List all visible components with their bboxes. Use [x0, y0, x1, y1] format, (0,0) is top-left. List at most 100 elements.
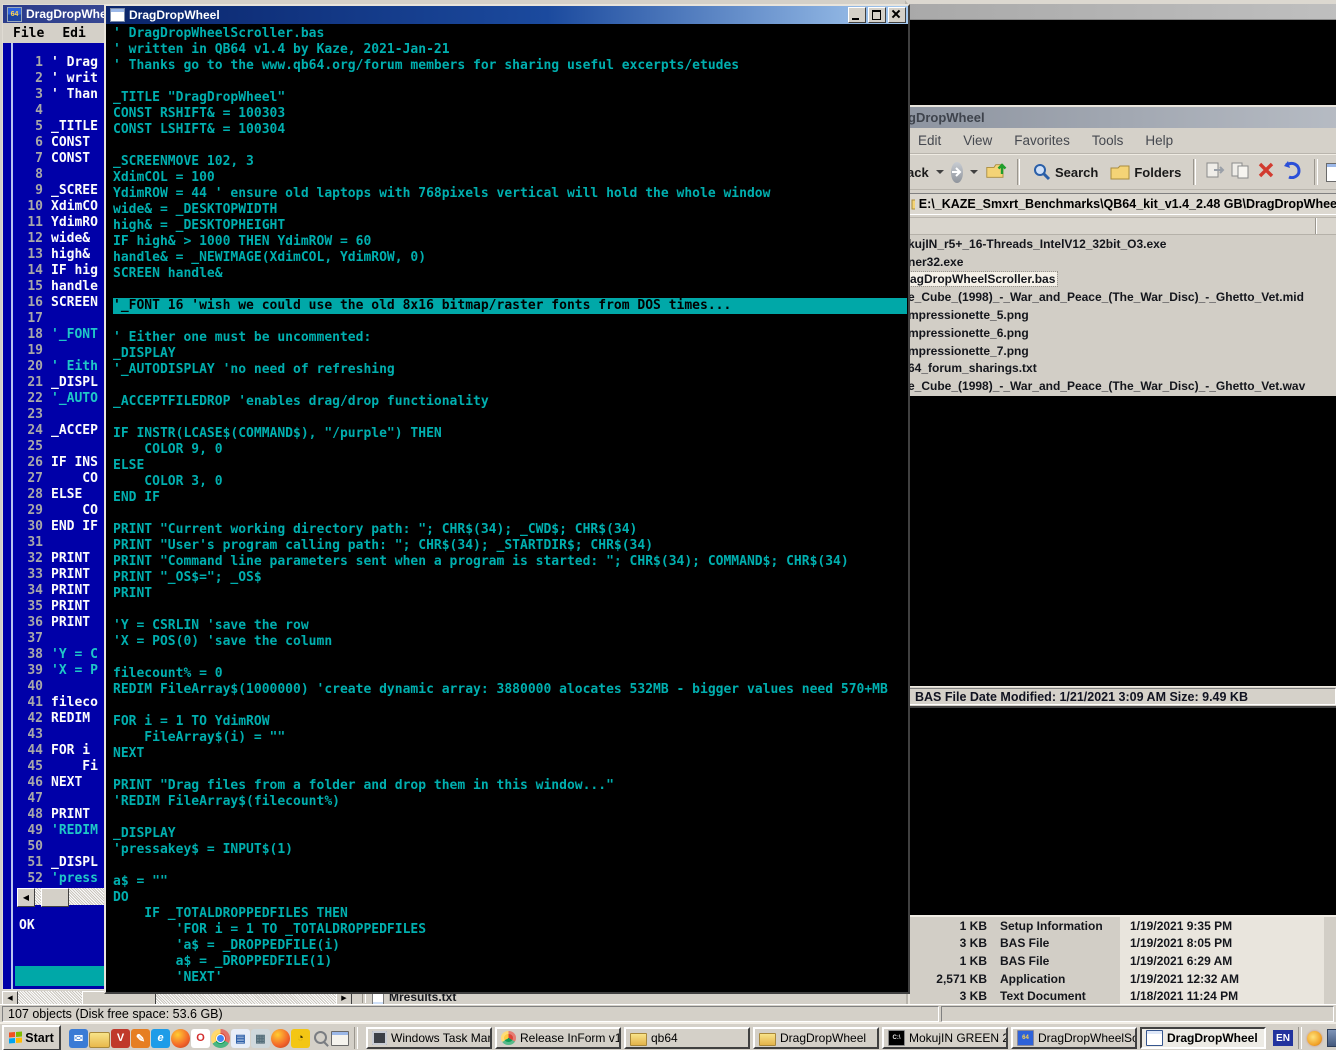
taskbar-button[interactable]: qb64 [624, 1027, 750, 1049]
folders-icon [1110, 164, 1130, 180]
language-indicator[interactable]: EN [1273, 1030, 1293, 1046]
mail-icon[interactable]: ✉ [69, 1029, 88, 1048]
menu-item-edit[interactable]: Edit [918, 133, 941, 148]
console-output[interactable]: ' DragDropWheelScroller.bas' written in … [106, 24, 908, 992]
table-row[interactable]: 3 KBText Document1/18/2021 11:24 PM [910, 987, 1336, 1005]
file-name[interactable]: e_Cube_(1998)_-_War_and_Peace_(The_War_D… [908, 290, 1304, 304]
file-name[interactable]: mpressionette_6.png [908, 326, 1029, 340]
copy-to-button[interactable] [1230, 161, 1252, 184]
file-name[interactable]: 64_forum_sharings.txt [908, 361, 1037, 375]
file-row[interactable]: e_Cube_(1998)_-_War_and_Peace_(The_War_D… [905, 377, 1336, 395]
line-number: 39 [25, 663, 43, 679]
back-dropdown-icon[interactable] [936, 170, 944, 174]
scroll-left-icon[interactable]: ◀ [17, 888, 35, 907]
forward-dropdown-icon[interactable] [970, 170, 978, 174]
search-icon [1032, 163, 1051, 181]
back-button[interactable]: ack [907, 165, 929, 180]
line-number: 33 [25, 567, 43, 583]
console-line: SCREEN handle& [113, 266, 908, 282]
paint-tool-icon[interactable]: ✎ [131, 1029, 150, 1048]
minimize-button[interactable] [848, 7, 866, 23]
line-number: 15 [25, 279, 43, 295]
file-row[interactable]: mpressionette_5.png [905, 306, 1336, 324]
file-row[interactable]: mpressionette_7.png [905, 342, 1336, 360]
file-row[interactable]: mpressionette_6.png [905, 324, 1336, 342]
table-row[interactable]: 3 KBBAS File1/19/2021 8:05 PM [910, 935, 1336, 953]
taskbar-button[interactable]: C:\MokujIN GREEN 21... [882, 1027, 1008, 1049]
menu-item-favorites[interactable]: Favorites [1014, 133, 1070, 148]
explorer-titlebar[interactable]: gDropWheel [905, 107, 1336, 128]
menu-item-tools[interactable]: Tools [1092, 133, 1124, 148]
file-name[interactable]: mpressionette_7.png [908, 344, 1029, 358]
console-line: PRINT "Command line parameters sent when… [113, 554, 908, 570]
file-name[interactable]: ner32.exe [908, 255, 963, 269]
up-folder-button[interactable] [985, 160, 1009, 185]
console-line: PRINT "_OS$="; _OS$ [113, 570, 908, 586]
tray-sun-icon[interactable] [1307, 1031, 1322, 1046]
table-row[interactable]: 2,571 KBApplication1/19/2021 12:32 AM [910, 970, 1336, 988]
explorer-menubar: Edit View Favorites Tools Help [905, 128, 1336, 154]
close-button[interactable] [888, 7, 906, 23]
file-name[interactable]: e_Cube_(1998)_-_War_and_Peace_(The_War_D… [908, 379, 1305, 393]
folder-icon[interactable] [89, 1032, 110, 1048]
forward-button[interactable] [951, 162, 963, 183]
scrollbar-thumb[interactable] [41, 888, 69, 907]
folders-button[interactable]: Folders [1106, 162, 1185, 182]
file-row[interactable]: e_Cube_(1998)_-_War_and_Peace_(The_War_D… [905, 288, 1336, 306]
divider [1298, 1027, 1302, 1049]
file-row[interactable]: agDropWheelScroller.bas [905, 271, 1336, 289]
clock-app-icon[interactable]: ◔ [291, 1029, 310, 1048]
menu-edit[interactable]: Edi [62, 26, 85, 41]
show-desktop-icon[interactable] [331, 1031, 349, 1046]
taskbar: Start ✉ V✎e O ▤▦ ◔ Windows Task Man...Releas… [0, 1022, 1336, 1050]
move-to-button[interactable] [1204, 161, 1226, 184]
file-name[interactable]: mpressionette_5.png [908, 308, 1029, 322]
file-name[interactable]: kujIN_r5+_16-Threads_IntelV12_32bit_O3.e… [908, 237, 1166, 251]
tray-device-icon[interactable] [1327, 1029, 1336, 1047]
file-row[interactable]: 64_forum_sharings.txt [905, 360, 1336, 378]
code-text: ' Eith [51, 359, 98, 375]
address-input[interactable]: E:\_KAZE_Smxrt_Benchmarks\QB64_kit_v1.4_… [907, 193, 1336, 215]
code-text: ' writ [51, 71, 98, 87]
notepad-app-icon[interactable]: ▤ [231, 1029, 250, 1048]
list-column-header[interactable] [905, 218, 1336, 235]
line-number: 44 [25, 743, 43, 759]
opera-icon[interactable]: O [191, 1029, 210, 1048]
taskbar-button[interactable]: 64DragDropWheelScr... [1011, 1027, 1137, 1049]
line-number: 8 [25, 167, 43, 183]
undo-icon [1280, 160, 1302, 179]
restore-button[interactable] [868, 7, 886, 23]
console-titlebar[interactable]: DragDropWheel [106, 6, 908, 24]
search-button[interactable]: Search [1028, 161, 1102, 183]
explorer-toolbar: ack Search [905, 154, 1336, 190]
file-row[interactable]: kujIN_r5+_16-Threads_IntelV12_32bit_O3.e… [905, 235, 1336, 253]
line-number: 36 [25, 615, 43, 631]
internet-explorer-icon[interactable]: e [151, 1029, 170, 1048]
start-button[interactable]: Start [2, 1025, 61, 1050]
delete-button[interactable] [1256, 161, 1276, 184]
chrome-icon[interactable] [211, 1029, 230, 1048]
menu-item-help[interactable]: Help [1145, 133, 1173, 148]
taskbar-button[interactable]: Release InForm v1.2... [495, 1027, 621, 1049]
taskbar-button[interactable]: DragDropWheel [753, 1027, 879, 1049]
undo-button[interactable] [1280, 160, 1302, 184]
delete-icon [1256, 161, 1276, 179]
table-row[interactable]: 1 KBBAS File1/19/2021 6:29 AM [910, 952, 1336, 970]
console-line [113, 506, 908, 522]
console-line: '_FONT 16 'wish we could use the old 8x1… [113, 298, 907, 314]
console-line: XdimCOL = 100 [113, 170, 908, 186]
firefox-2-icon[interactable] [271, 1029, 290, 1048]
line-number: 3 [25, 87, 43, 103]
device-icon[interactable]: ▦ [251, 1029, 270, 1048]
search-icon[interactable] [311, 1029, 330, 1048]
v-app-icon[interactable]: V [111, 1029, 130, 1048]
firefox-icon[interactable] [171, 1029, 190, 1048]
menu-item-view[interactable]: View [963, 133, 992, 148]
file-row[interactable]: ner32.exe [905, 253, 1336, 271]
taskbar-button[interactable]: DragDropWheel [1140, 1027, 1266, 1049]
menu-file[interactable]: File [13, 26, 44, 41]
views-button-partial[interactable] [1326, 163, 1336, 182]
taskbar-button[interactable]: Windows Task Man... [366, 1027, 492, 1049]
file-name[interactable]: agDropWheelScroller.bas [908, 272, 1057, 286]
table-row[interactable]: 1 KBSetup Information1/19/2021 9:35 PM [910, 917, 1336, 935]
